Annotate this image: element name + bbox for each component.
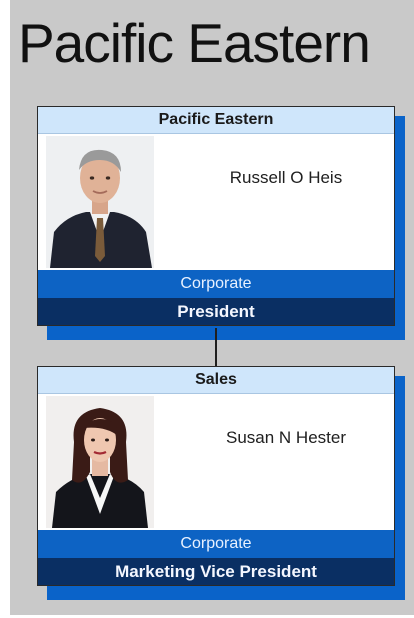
person-name: Russell O Heis: [229, 168, 343, 187]
card-body: Susan N Hester: [38, 394, 394, 530]
person-name: Susan N Hester: [226, 428, 346, 447]
card-role: President: [38, 298, 394, 325]
card-header: Sales: [38, 367, 394, 394]
org-node-marketing-vp[interactable]: Sales Susan N Hester Corporate Marketing…: [37, 366, 405, 600]
card-role: Marketing Vice President: [38, 558, 394, 585]
man-in-suit-photo: [46, 136, 154, 268]
org-connector-line: [215, 328, 217, 366]
card-department: Corporate: [38, 270, 394, 298]
org-card[interactable]: Pacific Eastern Russell O Heis Corporate…: [37, 106, 395, 326]
woman-in-blazer-photo: [46, 396, 154, 528]
org-node-president[interactable]: Pacific Eastern Russell O Heis Corporate…: [37, 106, 405, 340]
card-body: Russell O Heis: [38, 134, 394, 270]
org-card[interactable]: Sales Susan N Hester Corporate Marketing…: [37, 366, 395, 586]
card-department: Corporate: [38, 530, 394, 558]
org-chart-title: Pacific Eastern: [18, 12, 371, 74]
card-header: Pacific Eastern: [38, 107, 394, 134]
